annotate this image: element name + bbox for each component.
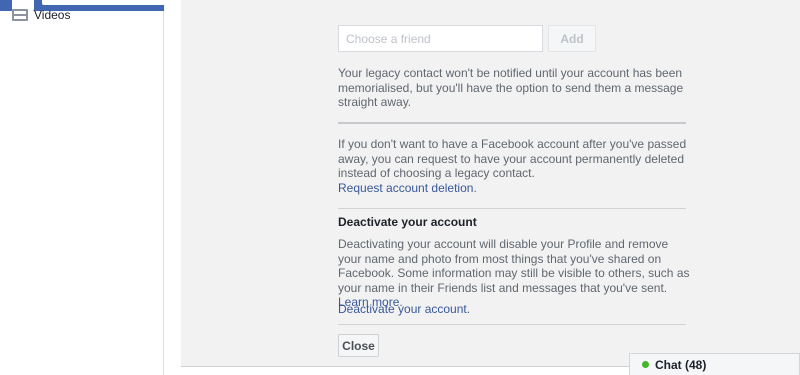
deactivate-account-link-row: Deactivate your account. [338,302,471,316]
divider [338,208,686,209]
legacy-notice-text: Your legacy contact won't be notified un… [338,66,684,109]
deactivate-account-link[interactable]: Deactivate your account [338,302,467,316]
divider [338,324,686,325]
deletion-info: If you don't want to have a Facebook acc… [338,137,687,195]
request-deletion-link[interactable]: Request account deletion [338,181,473,195]
column-gutter [164,0,181,375]
sidebar-item-videos[interactable]: Videos [12,8,70,22]
deactivate-description: Deactivating your account will disable y… [338,237,690,309]
sidebar-item-label: Videos [34,8,71,22]
deletion-info-text: If you don't want to have a Facebook acc… [338,137,687,180]
choose-friend-input[interactable] [338,25,543,52]
divider [338,122,686,124]
chat-tab[interactable]: Chat (48) [629,353,800,375]
deactivate-description-text: Deactivating your account will disable y… [338,237,690,295]
add-button[interactable]: Add [548,25,596,52]
online-status-icon [642,361,649,368]
legacy-contact-row: Add [338,25,596,52]
close-button[interactable]: Close [338,334,379,357]
left-sidebar: Videos [0,8,164,375]
deactivate-section-title: Deactivate your account [338,215,477,229]
chat-label: Chat (48) [655,357,707,372]
videos-icon [12,9,28,21]
